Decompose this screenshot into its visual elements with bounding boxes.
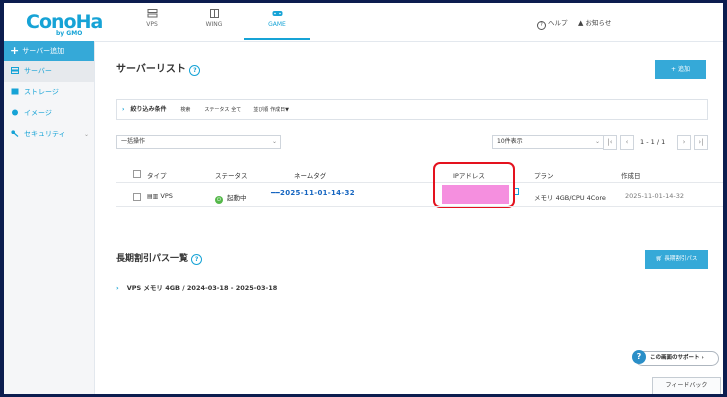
divider xyxy=(116,206,723,207)
col-header-plan: プラン xyxy=(534,172,554,180)
row-created: 2025-11-01-14-32 xyxy=(625,192,685,200)
col-header-ip: IPアドレス xyxy=(453,172,485,180)
sidebar-item-storage[interactable]: ストレージ xyxy=(4,82,94,103)
pagination-info: 1 - 1 / 1 xyxy=(640,138,666,146)
tab-label: WING xyxy=(205,21,223,28)
next-page-button[interactable]: › xyxy=(677,135,691,150)
row-plan: メモリ 4GB/CPU 4Core xyxy=(534,194,606,202)
longterm-pass-item[interactable]: › VPS メモリ 4GB / 2024-03-18 - 2025-03-18 xyxy=(116,282,716,296)
tab-label: GAME xyxy=(268,21,286,28)
feedback-button[interactable]: フィードバック xyxy=(652,377,721,394)
tab-label: VPS xyxy=(146,21,158,28)
bell-icon: ▲ xyxy=(578,19,584,27)
ip-highlight-annotation xyxy=(433,162,515,208)
chevron-right-icon: › xyxy=(701,355,704,361)
chevron-down-icon: ⌄ xyxy=(271,138,277,145)
question-icon: ? xyxy=(537,21,546,30)
longterm-pass-title: 長期割引パス一覧 ? xyxy=(116,251,203,265)
plus-icon: + xyxy=(671,66,678,73)
prev-page-button[interactable]: ‹ xyxy=(620,135,634,150)
conoha-logo[interactable]: ConoHa by GMO xyxy=(26,11,103,37)
first-page-button[interactable]: |‹ xyxy=(603,135,617,150)
select-all-checkbox[interactable] xyxy=(133,170,141,178)
chevron-down-icon: ⌄ xyxy=(594,138,600,145)
storage-icon xyxy=(11,88,19,95)
key-icon xyxy=(11,130,19,137)
gamepad-icon xyxy=(272,11,282,16)
longterm-pass-button[interactable]: 🛒︎ 長期割引パス xyxy=(645,250,708,269)
last-page-button[interactable]: ›| xyxy=(694,135,708,150)
image-globe-icon xyxy=(12,109,18,116)
power-icon: ⏻ xyxy=(215,196,223,204)
app-window: ConoHa by GMO VPS WING GAME ? ヘルプ ▲ お知らせ +… xyxy=(4,3,723,394)
support-button[interactable]: ? この画面のサポート › xyxy=(632,350,719,366)
divider xyxy=(116,182,723,183)
sidebar-item-server[interactable]: サーバー xyxy=(4,61,94,82)
question-icon: ? xyxy=(632,350,646,364)
server-icon: ▤▥ xyxy=(147,193,159,200)
building-icon xyxy=(209,9,219,18)
add-server-button[interactable]: + サーバー追加 xyxy=(4,41,94,61)
page-title: サーバーリスト ? xyxy=(116,60,201,76)
chevron-down-icon: ⌄ xyxy=(83,131,89,138)
col-header-type: タイプ xyxy=(147,172,167,180)
row-nametag-link[interactable]: ━━2025-11-01-14-32 xyxy=(271,189,355,197)
add-button[interactable]: + 追加 xyxy=(655,60,706,79)
tab-wing[interactable]: WING xyxy=(188,9,240,28)
chevron-right-icon: › xyxy=(122,106,125,113)
col-header-created: 作成日 xyxy=(621,172,641,180)
bulk-action-select[interactable]: 一括操作 ⌄ xyxy=(116,135,281,149)
filter-bar[interactable]: › 絞り込み条件 検索 ステータス 全て 並び順 作成日▼ xyxy=(116,99,708,120)
tab-game[interactable]: GAME xyxy=(251,9,303,28)
sidebar-item-security[interactable]: セキュリティ ⌄ xyxy=(4,124,94,145)
server-list-icon xyxy=(11,67,19,74)
main-content: サーバーリスト ? + 追加 › 絞り込み条件 検索 ステータス 全て 並び順 作… xyxy=(95,41,723,394)
active-tab-indicator xyxy=(244,38,310,40)
row-checkbox[interactable] xyxy=(133,193,141,201)
notice-link[interactable]: ▲ お知らせ xyxy=(578,17,611,27)
help-link[interactable]: ? ヘルプ xyxy=(537,17,568,30)
plus-icon: + xyxy=(10,44,20,57)
chevron-right-icon: › xyxy=(116,284,119,292)
col-header-status: ステータス xyxy=(215,172,248,180)
server-icon xyxy=(147,9,157,18)
help-question-icon[interactable]: ? xyxy=(191,254,203,265)
sidebar-item-image[interactable]: イメージ xyxy=(4,103,94,124)
sidebar: + サーバー追加 サーバー ストレージ イメージ セキュリティ ⌄ xyxy=(4,41,95,394)
top-bar: ConoHa by GMO VPS WING GAME ? ヘルプ ▲ お知らせ xyxy=(4,3,723,42)
help-question-icon[interactable]: ? xyxy=(189,65,201,76)
col-header-nametag: ネームタグ xyxy=(294,172,327,180)
row-type: ▤▥ VPS xyxy=(147,192,173,200)
tab-vps[interactable]: VPS xyxy=(126,9,178,28)
per-page-select[interactable]: 10件表示 ⌄ xyxy=(492,135,604,149)
row-status: ⏻ 起動中 xyxy=(215,192,247,204)
